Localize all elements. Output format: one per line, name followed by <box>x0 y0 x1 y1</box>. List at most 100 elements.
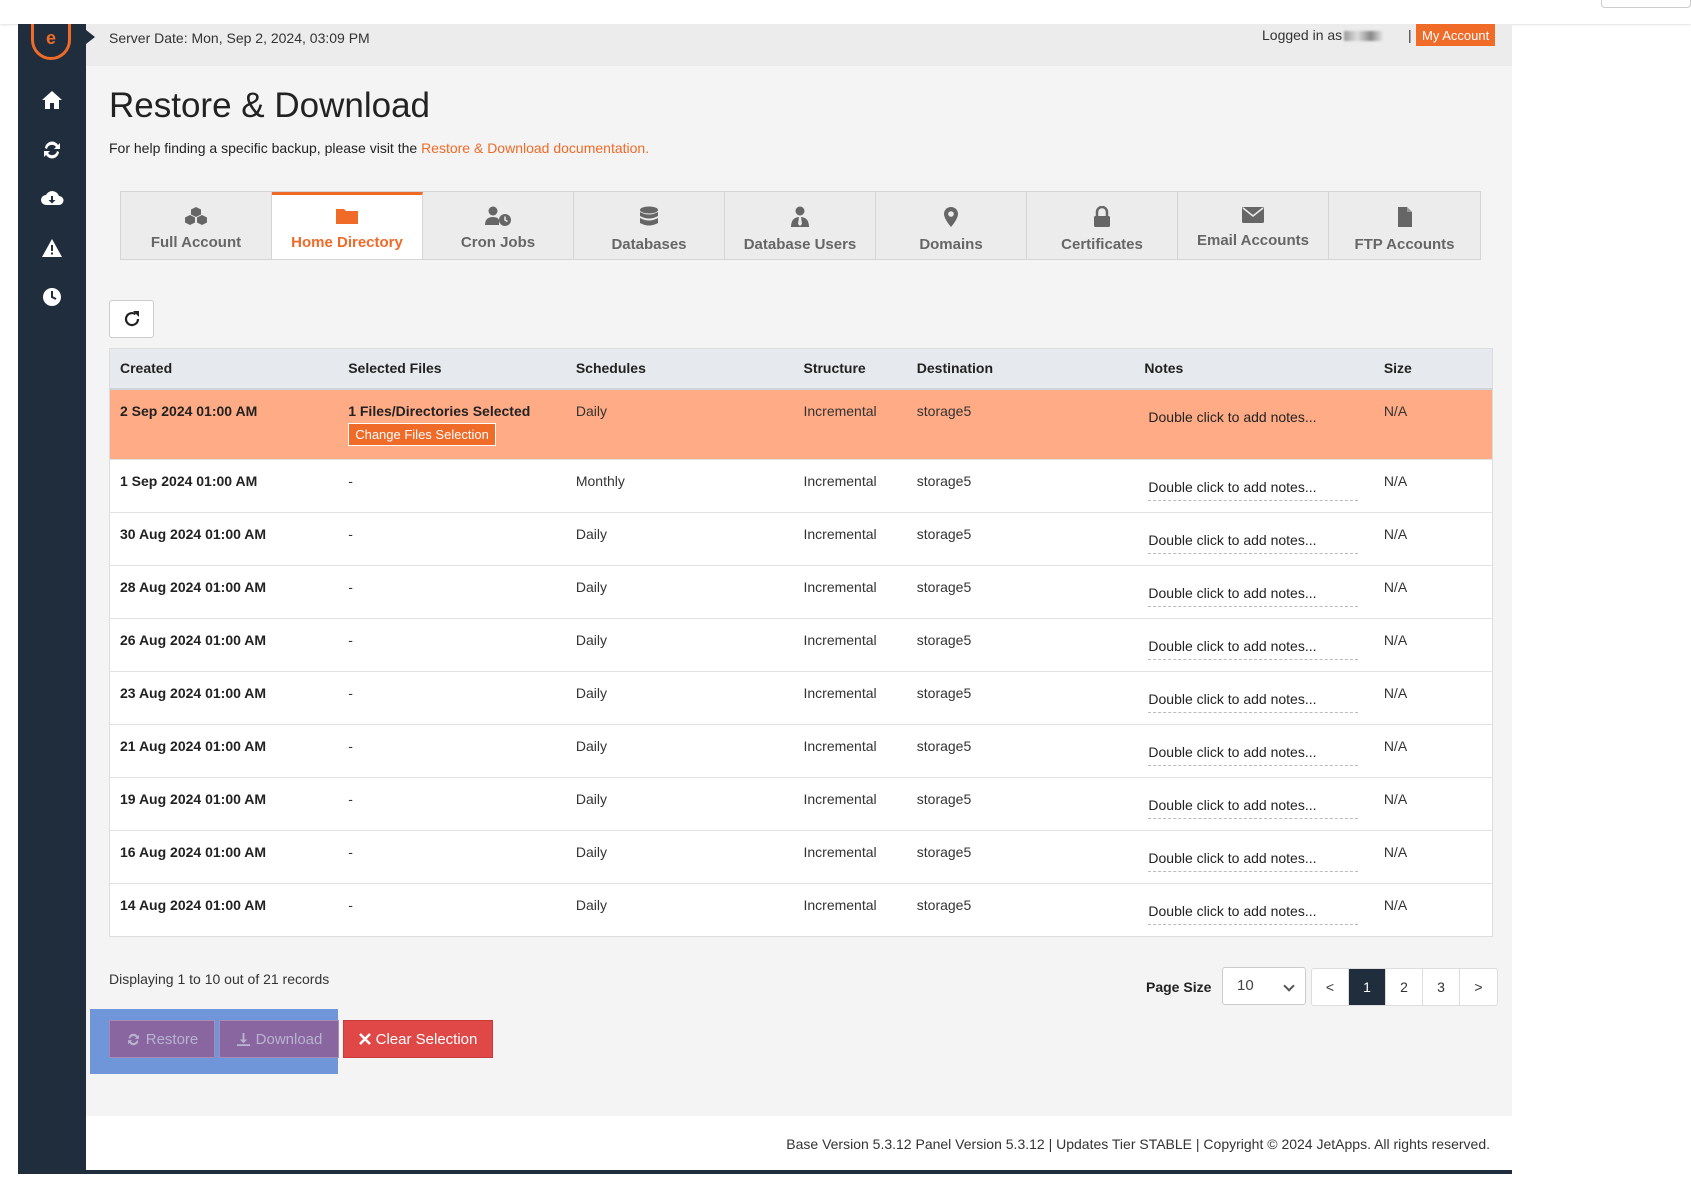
notes-editable[interactable]: Double click to add notes... <box>1148 479 1359 501</box>
clear-selection-label: Clear Selection <box>375 1030 478 1048</box>
download-button[interactable]: Download <box>219 1020 339 1058</box>
cell-created: 28 Aug 2024 01:00 AM <box>109 565 339 619</box>
cell-notes: Double click to add notes... <box>1134 724 1374 778</box>
notes-editable[interactable]: Double click to add notes... <box>1148 585 1359 607</box>
refresh-icon[interactable] <box>18 130 86 170</box>
cell-size: N/A <box>1383 402 1408 419</box>
tab-databases[interactable]: Databases <box>574 192 725 259</box>
page-3-button[interactable]: 3 <box>1423 969 1460 1005</box>
logged-in-label: Logged in as <box>1262 27 1385 43</box>
refresh-button[interactable] <box>109 300 154 338</box>
cell-schedule: Daily <box>565 777 794 831</box>
logged-in-text: Logged in as <box>1262 27 1343 43</box>
table-row[interactable]: 28 Aug 2024 01:00 AM - Daily Incremental… <box>109 565 1493 619</box>
file-icon <box>1397 207 1412 227</box>
column-header-schedules[interactable]: Schedules <box>565 348 794 390</box>
table-row[interactable]: 14 Aug 2024 01:00 AM - Daily Incremental… <box>109 883 1493 937</box>
cell-destination: storage5 <box>906 883 1135 937</box>
cell-notes: Double click to add notes... <box>1134 777 1374 831</box>
table-row[interactable]: 26 Aug 2024 01:00 AM - Daily Incremental… <box>109 618 1493 672</box>
page-size-label: Page Size <box>1146 979 1212 995</box>
map-marker-icon <box>944 207 958 227</box>
tab-database-users[interactable]: Database Users <box>725 192 876 259</box>
tab-ftp-accounts[interactable]: FTP Accounts <box>1329 192 1480 259</box>
documentation-link[interactable]: Restore & Download documentation. <box>421 140 649 156</box>
cell-schedule: Daily <box>565 565 794 619</box>
column-header-notes[interactable]: Notes <box>1134 348 1374 390</box>
cell-selected-files: - <box>338 830 566 884</box>
warning-icon[interactable] <box>18 228 86 268</box>
cell-structure: Incremental <box>793 883 907 937</box>
table-row[interactable]: 16 Aug 2024 01:00 AM - Daily Incremental… <box>109 830 1493 884</box>
cell-created: 14 Aug 2024 01:00 AM <box>109 883 339 937</box>
jetbackup-logo[interactable]: e <box>31 24 71 60</box>
cloud-download-icon[interactable] <box>18 178 86 218</box>
table-row[interactable]: 23 Aug 2024 01:00 AM - Daily Incremental… <box>109 671 1493 725</box>
cell-notes: Double click to add notes... <box>1134 565 1374 619</box>
pagination: < 1 2 3 > <box>1311 968 1498 1006</box>
page-1-button[interactable]: 1 <box>1349 969 1386 1005</box>
browser-widget <box>1601 0 1691 8</box>
cell-destination: storage5 <box>906 565 1135 619</box>
notes-editable[interactable]: Double click to add notes... <box>1148 409 1358 430</box>
tab-home-directory[interactable]: Home Directory <box>272 192 423 259</box>
help-prefix: For help finding a specific backup, plea… <box>109 140 422 156</box>
cell-selected-files: - <box>338 618 566 672</box>
cell-schedule: Daily <box>565 671 794 725</box>
tab-certificates[interactable]: Certificates <box>1027 192 1178 259</box>
tab-domains[interactable]: Domains <box>876 192 1027 259</box>
notes-editable[interactable]: Double click to add notes... <box>1148 532 1359 554</box>
cell-destination: storage5 <box>906 777 1135 831</box>
cell-schedule: Daily <box>575 402 607 419</box>
separator: | <box>1408 27 1412 43</box>
cell-selected-files: - <box>338 724 566 778</box>
tab-email-accounts[interactable]: Email Accounts <box>1178 192 1329 259</box>
footer: Base Version 5.3.12 Panel Version 5.3.12… <box>86 1116 1512 1174</box>
restore-label: Restore <box>145 1030 199 1048</box>
page-size-select[interactable]: 10 <box>1222 967 1306 1005</box>
next-page-button[interactable]: > <box>1460 969 1497 1005</box>
column-header-structure[interactable]: Structure <box>793 348 907 390</box>
tab-full-account[interactable]: Full Account <box>121 192 272 259</box>
clear-selection-button[interactable]: Clear Selection <box>343 1020 493 1058</box>
user-clock-icon <box>485 206 511 226</box>
notes-editable[interactable]: Double click to add notes... <box>1148 691 1359 713</box>
my-account-button[interactable]: My Account <box>1416 24 1496 46</box>
notes-editable[interactable]: Double click to add notes... <box>1148 638 1359 660</box>
column-header-destination[interactable]: Destination <box>906 348 1135 390</box>
notes-editable[interactable]: Double click to add notes... <box>1148 903 1359 925</box>
restore-button[interactable]: Restore <box>109 1020 215 1058</box>
column-header-selected-files[interactable]: Selected Files <box>338 348 566 390</box>
cell-selected-files: 1 Files/Directories Selected Change Files… <box>338 389 566 460</box>
change-files-selection-button[interactable]: Change Files Selection <box>348 422 496 446</box>
close-icon <box>358 1033 371 1045</box>
column-header-size[interactable]: Size <box>1373 348 1493 390</box>
cell-created: 2 Sep 2024 01:00 AM <box>120 402 258 419</box>
page-title: Restore & Download <box>109 86 430 125</box>
notes-editable[interactable]: Double click to add notes... <box>1148 797 1359 819</box>
lock-icon <box>1094 206 1110 227</box>
table-row-selected[interactable]: 2 Sep 2024 01:00 AM 1 Files/Directories … <box>109 388 1493 460</box>
page-2-button[interactable]: 2 <box>1386 969 1423 1005</box>
cell-size: N/A <box>1373 618 1493 672</box>
table-row[interactable]: 1 Sep 2024 01:00 AM - Monthly Incrementa… <box>109 459 1493 513</box>
cell-created: 16 Aug 2024 01:00 AM <box>109 830 339 884</box>
column-header-created[interactable]: Created <box>109 348 339 390</box>
table-row[interactable]: 30 Aug 2024 01:00 AM - Daily Incremental… <box>109 512 1493 566</box>
cell-size: N/A <box>1373 459 1493 513</box>
cell-destination: storage5 <box>906 459 1135 513</box>
table-row[interactable]: 21 Aug 2024 01:00 AM - Daily Incremental… <box>109 724 1493 778</box>
cell-destination: storage5 <box>906 724 1135 778</box>
table-row[interactable]: 19 Aug 2024 01:00 AM - Daily Incremental… <box>109 777 1493 831</box>
help-text: For help finding a specific backup, plea… <box>109 140 649 156</box>
chevron-down-icon <box>1283 980 1295 992</box>
cell-size: N/A <box>1373 671 1493 725</box>
tab-label: Databases <box>611 236 687 253</box>
cell-structure: Incremental <box>793 565 907 619</box>
prev-page-button[interactable]: < <box>1312 969 1349 1005</box>
notes-editable[interactable]: Double click to add notes... <box>1148 744 1359 766</box>
notes-editable[interactable]: Double click to add notes... <box>1148 850 1359 872</box>
home-icon[interactable] <box>18 80 86 120</box>
tab-cron-jobs[interactable]: Cron Jobs <box>423 192 574 259</box>
clock-icon[interactable] <box>18 277 86 317</box>
